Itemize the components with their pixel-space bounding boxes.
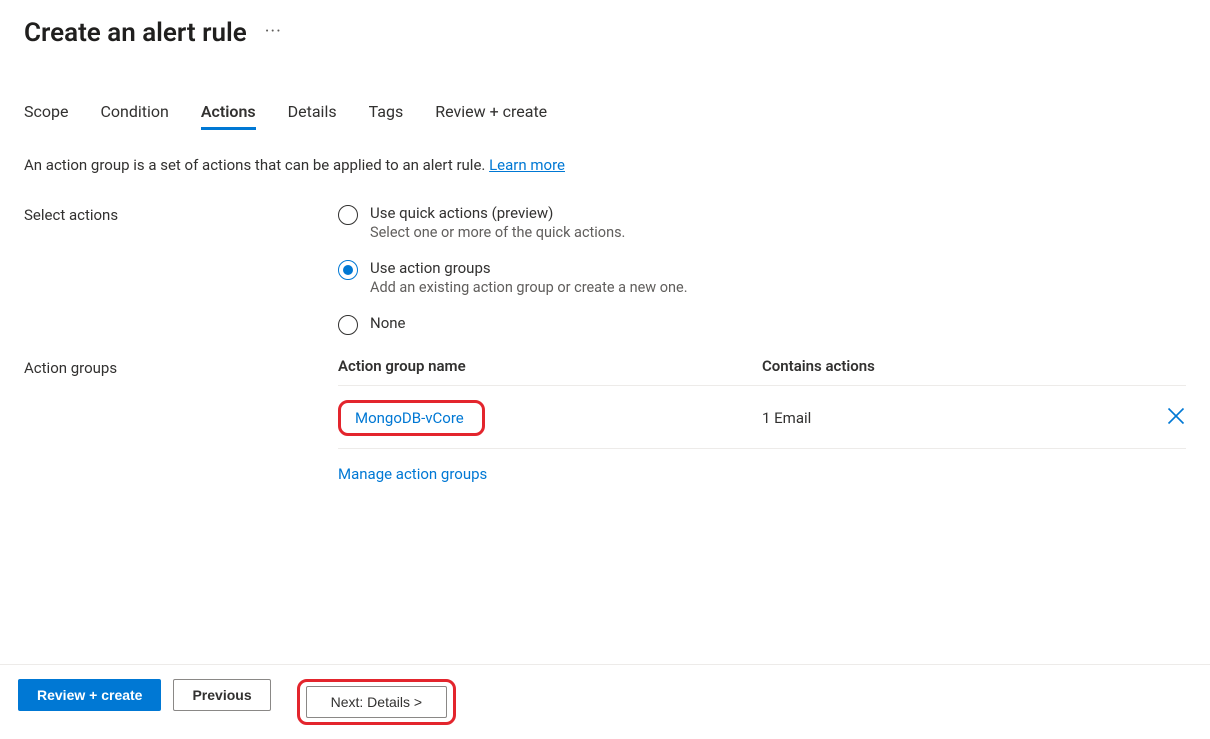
previous-button[interactable]: Previous bbox=[173, 679, 270, 711]
radio-quick-actions-desc: Select one or more of the quick actions. bbox=[370, 224, 625, 241]
radio-action-groups[interactable] bbox=[338, 260, 358, 280]
tab-scope[interactable]: Scope bbox=[24, 102, 68, 130]
radio-action-groups-desc: Add an existing action group or create a… bbox=[370, 279, 688, 296]
manage-action-groups-link[interactable]: Manage action groups bbox=[338, 465, 487, 483]
learn-more-link[interactable]: Learn more bbox=[489, 156, 565, 174]
action-group-link[interactable]: MongoDB-vCore bbox=[355, 409, 464, 427]
action-groups-label: Action groups bbox=[24, 357, 338, 377]
tab-actions[interactable]: Actions bbox=[201, 102, 256, 130]
intro-body: An action group is a set of actions that… bbox=[24, 156, 489, 174]
header: Create an alert rule ··· bbox=[24, 18, 1186, 48]
column-header-name: Action group name bbox=[338, 357, 762, 375]
radio-action-groups-label: Use action groups bbox=[370, 259, 688, 277]
radio-none[interactable] bbox=[338, 315, 358, 335]
tab-condition[interactable]: Condition bbox=[100, 102, 168, 130]
column-header-contains: Contains actions bbox=[762, 357, 1146, 375]
table-row: MongoDB-vCore 1 Email bbox=[338, 386, 1186, 449]
select-actions-label: Select actions bbox=[24, 204, 338, 224]
tab-details[interactable]: Details bbox=[288, 102, 337, 130]
action-groups-table: Action group name Contains actions Mongo… bbox=[338, 357, 1186, 483]
highlight-action-group-name: MongoDB-vCore bbox=[338, 400, 485, 436]
more-actions-icon[interactable]: ··· bbox=[265, 21, 282, 46]
action-group-contains: 1 Email bbox=[762, 409, 1146, 427]
wizard-tabs: Scope Condition Actions Details Tags Rev… bbox=[24, 102, 1186, 130]
review-create-button[interactable]: Review + create bbox=[18, 679, 161, 711]
tab-review-create[interactable]: Review + create bbox=[435, 102, 547, 130]
remove-action-group-icon[interactable] bbox=[1166, 414, 1186, 430]
radio-none-label: None bbox=[370, 314, 406, 332]
wizard-footer: Review + create Previous Next: Details > bbox=[0, 664, 1210, 739]
radio-quick-actions[interactable] bbox=[338, 205, 358, 225]
next-details-button[interactable]: Next: Details > bbox=[306, 686, 447, 718]
tab-tags[interactable]: Tags bbox=[369, 102, 404, 130]
intro-text: An action group is a set of actions that… bbox=[24, 156, 1186, 174]
page-title: Create an alert rule bbox=[24, 18, 247, 48]
radio-selected-dot-icon bbox=[343, 265, 353, 275]
radio-quick-actions-label: Use quick actions (preview) bbox=[370, 204, 625, 222]
highlight-next-button: Next: Details > bbox=[297, 679, 456, 725]
